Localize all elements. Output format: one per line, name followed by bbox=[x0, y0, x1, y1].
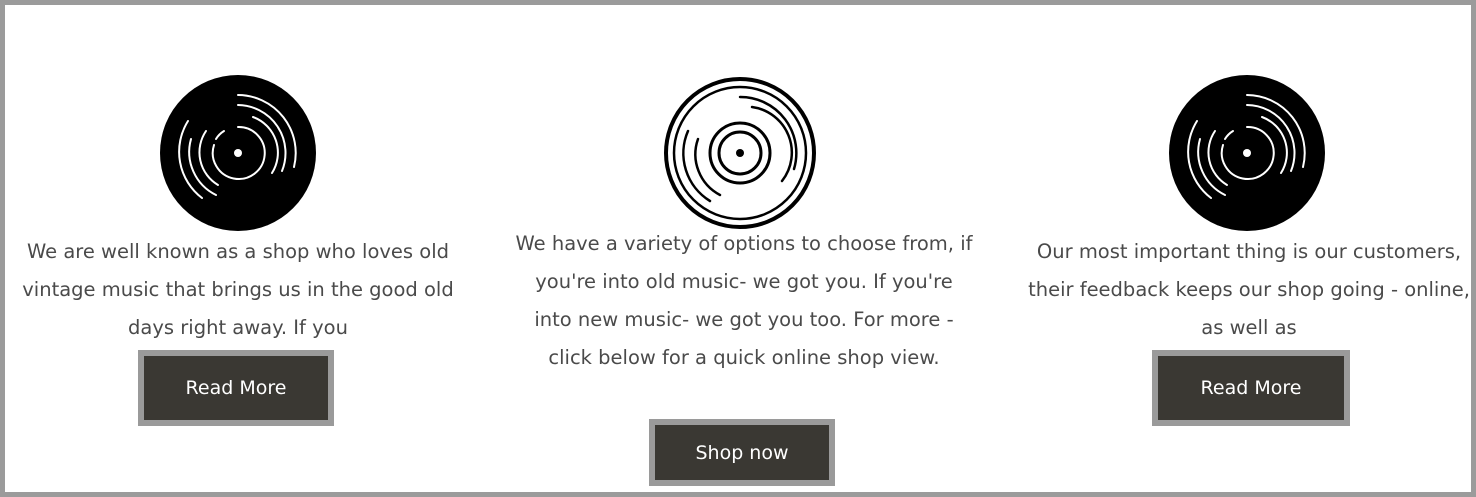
vinyl-record-icon bbox=[1167, 73, 1327, 233]
read-more-button[interactable]: Read More bbox=[138, 350, 334, 426]
vinyl-record-outline-icon bbox=[660, 73, 820, 233]
feature-description: We have a variety of options to choose f… bbox=[515, 232, 973, 369]
feature-section: We are well known as a shop who loves ol… bbox=[0, 0, 1476, 497]
shop-now-button[interactable]: Shop now bbox=[649, 419, 835, 486]
vinyl-record-icon bbox=[158, 73, 318, 233]
feature-description: We are well known as a shop who loves ol… bbox=[22, 240, 454, 339]
read-more-button[interactable]: Read More bbox=[1152, 350, 1350, 426]
feature-description: Our most important thing is our customer… bbox=[1028, 240, 1470, 339]
